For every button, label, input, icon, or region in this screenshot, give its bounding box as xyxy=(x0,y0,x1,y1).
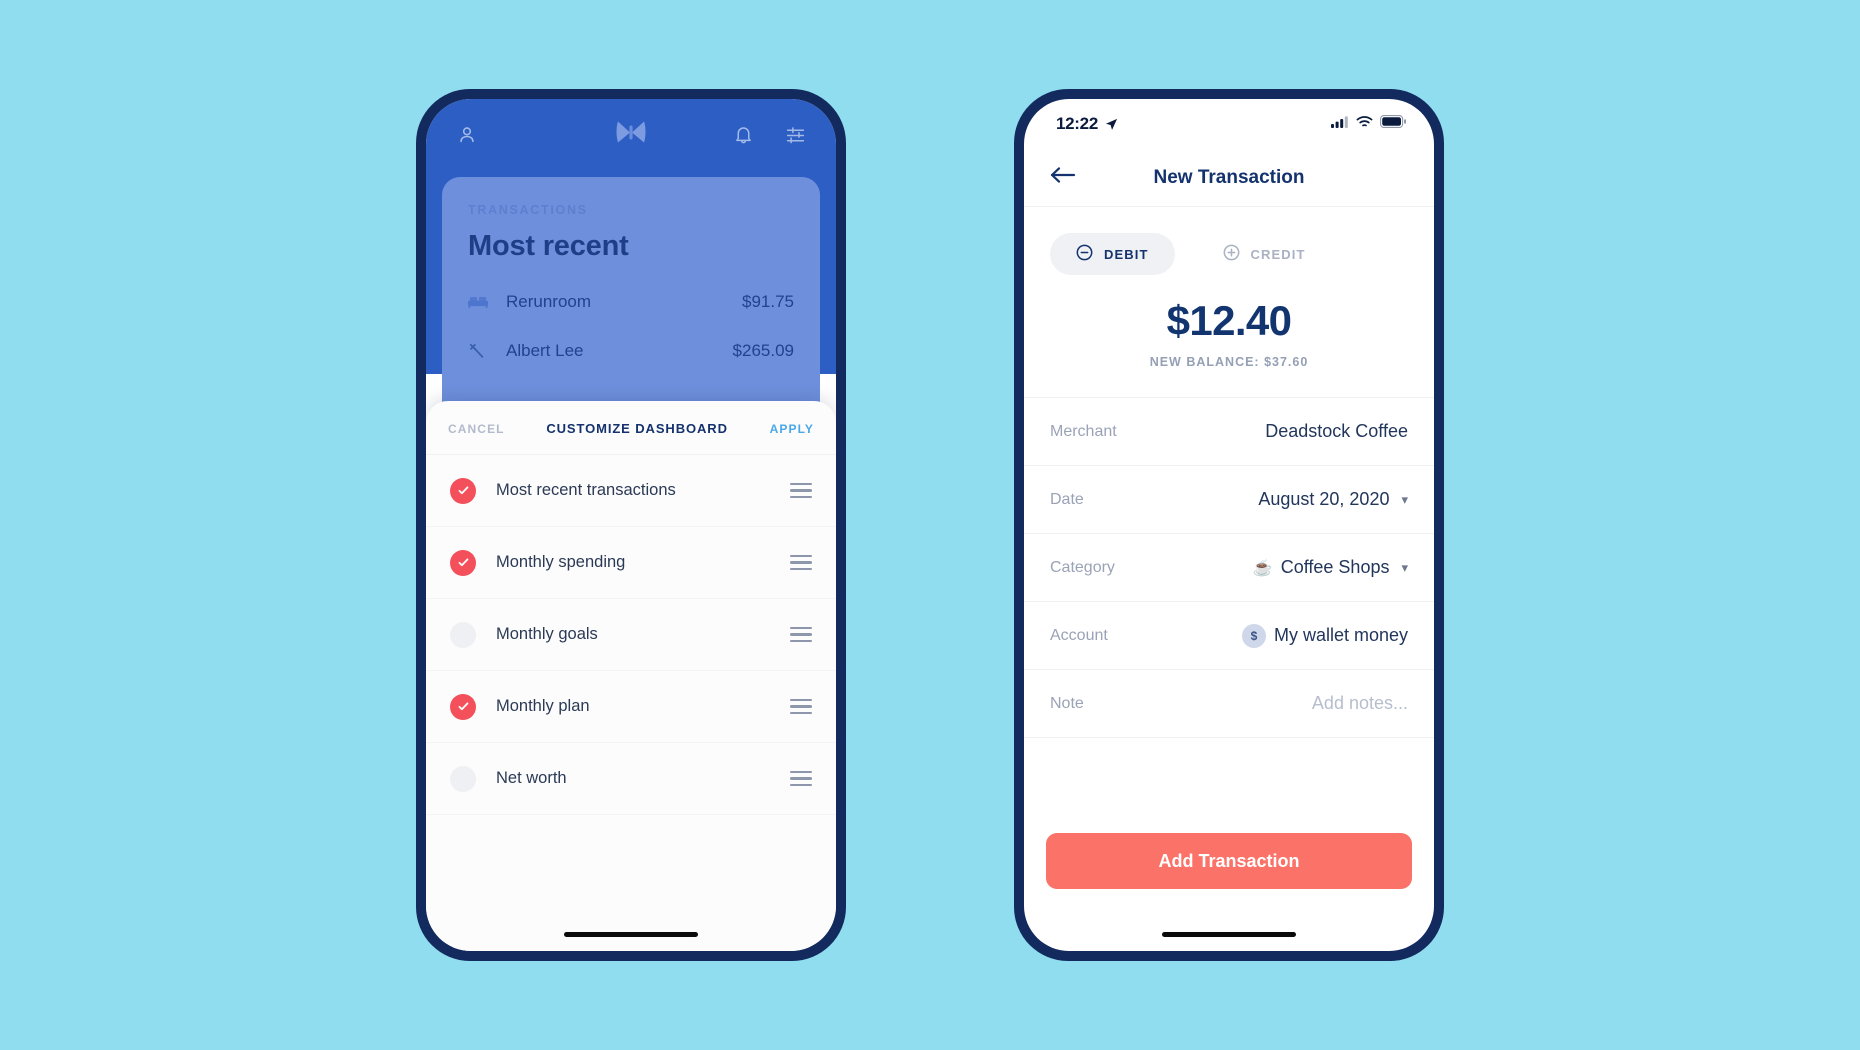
transaction-row[interactable]: Albert Lee $265.09 xyxy=(468,341,794,361)
sheet-title: CUSTOMIZE DASHBOARD xyxy=(546,421,728,436)
transaction-name: Rerunroom xyxy=(506,292,592,311)
checkbox-monthly-goals[interactable] xyxy=(450,621,476,648)
dollar-badge-icon: $ xyxy=(1241,623,1266,648)
tab-credit-label: CREDIT xyxy=(1250,246,1306,262)
list-item-label: Monthly goals xyxy=(496,625,598,643)
dashboard-topbar xyxy=(426,99,836,171)
transactions-kicker: TRANSACTIONS xyxy=(468,203,588,217)
phone-left-dashboard: TRANSACTIONS Most recent Rerunroom $91.7… xyxy=(416,89,846,961)
left-screen: TRANSACTIONS Most recent Rerunroom $91.7… xyxy=(426,99,836,951)
person-icon[interactable] xyxy=(452,120,482,150)
field-label: Note xyxy=(1050,694,1084,712)
form-row-merchant[interactable]: Merchant Deadstock Coffee xyxy=(1024,398,1434,466)
tab-debit[interactable]: DEBIT xyxy=(1050,233,1175,275)
drag-handle-icon[interactable] xyxy=(790,770,812,787)
right-screen: 12:22 New Transaction DEBIT CREDIT $12.4… xyxy=(1024,99,1434,951)
minus-circle-icon xyxy=(1076,244,1093,264)
list-item[interactable]: Monthly spending xyxy=(426,527,836,599)
status-time: 12:22 xyxy=(1056,114,1098,133)
transactions-title: Most recent xyxy=(468,230,629,262)
hammer-icon xyxy=(468,341,494,361)
transaction-type-toggle: DEBIT CREDIT xyxy=(1024,207,1434,275)
checkbox-most-recent-transactions[interactable] xyxy=(450,477,476,504)
transaction-form: Merchant Deadstock Coffee Date August 20… xyxy=(1024,398,1434,738)
arrow-left-icon[interactable] xyxy=(1050,165,1076,190)
account-value: My wallet money xyxy=(1273,625,1408,645)
transaction-row[interactable]: Rerunroom $91.75 xyxy=(468,292,794,312)
merchant-field[interactable]: Deadstock Coffee xyxy=(1265,421,1408,442)
cancel-button[interactable]: CANCEL xyxy=(448,422,505,436)
tab-credit[interactable]: CREDIT xyxy=(1197,233,1332,275)
list-item[interactable]: Monthly goals xyxy=(426,599,836,671)
form-row-note[interactable]: Note Add notes... xyxy=(1024,670,1434,738)
phone-right-new-transaction: 12:22 New Transaction DEBIT CREDIT $12.4… xyxy=(1014,89,1444,961)
list-item-label: Most recent transactions xyxy=(496,481,676,499)
dashboard-header: TRANSACTIONS Most recent Rerunroom $91.7… xyxy=(426,99,836,467)
transaction-amount: $91.75 xyxy=(742,292,794,311)
date-value: August 20, 2020 xyxy=(1258,489,1390,509)
screenshot-canvas: TRANSACTIONS Most recent Rerunroom $91.7… xyxy=(0,0,1860,1050)
coffee-cup-icon: ☕ xyxy=(1252,559,1273,577)
drag-handle-icon[interactable] xyxy=(790,626,812,643)
sheet-header: CANCEL CUSTOMIZE DASHBOARD APPLY xyxy=(426,401,836,455)
plus-circle-icon xyxy=(1223,244,1240,264)
category-field[interactable]: ☕ Coffee Shops ▾ xyxy=(1253,557,1408,578)
field-label: Date xyxy=(1050,490,1084,508)
checkbox-monthly-spending[interactable] xyxy=(450,549,476,576)
list-item-label: Monthly spending xyxy=(496,553,626,571)
list-item[interactable]: Net worth xyxy=(426,743,836,815)
butterfly-logo-icon xyxy=(616,120,646,151)
wifi-icon xyxy=(1356,115,1373,133)
cellular-signal-icon xyxy=(1331,115,1349,133)
checkbox-monthly-plan[interactable] xyxy=(450,693,476,720)
page-title: New Transaction xyxy=(1153,166,1305,188)
new-balance-label: NEW BALANCE: $37.60 xyxy=(1149,355,1309,369)
tab-debit-label: DEBIT xyxy=(1104,246,1149,262)
list-item-label: Net worth xyxy=(496,769,567,787)
battery-icon xyxy=(1380,115,1406,133)
transaction-amount: $265.09 xyxy=(732,341,794,360)
home-indicator xyxy=(1162,932,1296,937)
widget-list: Most recent transactions Monthly spendin… xyxy=(426,455,836,815)
add-transaction-button[interactable]: Add Transaction xyxy=(1046,833,1412,889)
date-field[interactable]: August 20, 2020 ▾ xyxy=(1258,489,1408,510)
amount-block[interactable]: $12.40 NEW BALANCE: $37.60 xyxy=(1024,275,1434,398)
list-item-label: Monthly plan xyxy=(496,697,590,715)
nav-bar: New Transaction xyxy=(1024,149,1434,207)
checkbox-net-worth[interactable] xyxy=(450,765,476,792)
apply-button[interactable]: APPLY xyxy=(770,422,814,436)
form-row-category[interactable]: Category ☕ Coffee Shops ▾ xyxy=(1024,534,1434,602)
field-label: Category xyxy=(1050,558,1115,576)
home-indicator xyxy=(564,932,698,937)
customize-dashboard-sheet: CANCEL CUSTOMIZE DASHBOARD APPLY Most re… xyxy=(426,401,836,951)
category-value: Coffee Shops xyxy=(1280,557,1390,577)
sliders-icon[interactable] xyxy=(780,120,810,150)
field-label: Account xyxy=(1050,626,1108,644)
drag-handle-icon[interactable] xyxy=(790,482,812,499)
status-bar: 12:22 xyxy=(1024,99,1434,149)
chevron-down-icon: ▾ xyxy=(1401,560,1408,575)
bell-icon[interactable] xyxy=(728,120,758,150)
transaction-name: Albert Lee xyxy=(506,341,584,360)
drag-handle-icon[interactable] xyxy=(790,698,812,715)
form-row-date[interactable]: Date August 20, 2020 ▾ xyxy=(1024,466,1434,534)
merchant-value: Deadstock Coffee xyxy=(1265,421,1408,441)
account-field[interactable]: $ My wallet money xyxy=(1241,623,1408,648)
list-item[interactable]: Most recent transactions xyxy=(426,455,836,527)
form-row-account[interactable]: Account $ My wallet money xyxy=(1024,602,1434,670)
note-placeholder: Add notes... xyxy=(1311,693,1408,713)
cta-container: Add Transaction xyxy=(1046,833,1412,889)
transaction-amount: $12.40 xyxy=(1166,297,1292,344)
field-label: Merchant xyxy=(1050,422,1117,440)
chevron-down-icon: ▾ xyxy=(1401,492,1408,507)
location-arrow-icon xyxy=(1105,118,1118,131)
drag-handle-icon[interactable] xyxy=(790,554,812,571)
list-item[interactable]: Monthly plan xyxy=(426,671,836,743)
topbar-actions xyxy=(728,120,810,150)
note-field[interactable]: Add notes... xyxy=(1312,693,1408,714)
status-indicators xyxy=(1331,115,1406,133)
bed-icon xyxy=(468,292,494,312)
